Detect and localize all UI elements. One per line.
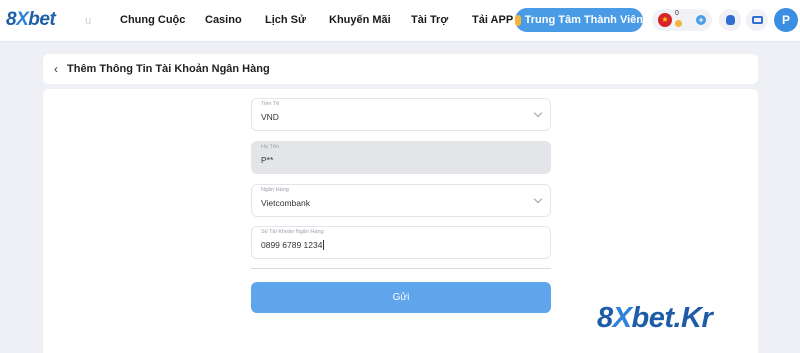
user-avatar[interactable]: P [774,8,798,32]
top-navigation-bar: 8Xbet u Chung Cuộc Casino Lịch Sử Khuyến… [0,0,800,42]
submit-button[interactable]: Gửi [251,282,551,313]
wallet-button[interactable] [719,9,741,31]
fullname-label: Họ Tên [261,144,279,150]
member-icon [515,14,521,26]
chevron-down-icon [533,194,543,204]
account-number-input[interactable]: 0899 6789 1234 [261,240,325,250]
nav-item-tai-app[interactable]: Tải APP [472,14,513,26]
nav-item-lich-su[interactable]: Lịch Sử [265,14,306,26]
bank-select[interactable]: Ngân Hàng Vietcombank [251,184,551,217]
brand-logo[interactable]: 8Xbet [6,9,56,31]
card-icon [751,16,763,24]
nav-item-khuyen-mai[interactable]: Khuyến Mãi [329,14,391,26]
fullname-value: P** [261,155,274,165]
nav-item-truncated[interactable]: u [85,15,91,27]
member-center-label: Trung Tâm Thành Viên [524,14,643,26]
watermark-part: X [612,302,632,334]
member-center-button[interactable]: Trung Tâm Thành Viên [515,8,643,32]
balance-value: 0 [675,10,679,17]
logo-part: 8 [6,9,17,30]
account-number-value: 0899 6789 1234 [261,240,323,250]
watermark-part: bet.Kr [631,302,713,334]
coin-icon [675,20,682,27]
page-title: Thêm Thông Tin Tài Khoản Ngân Hàng [67,63,270,75]
back-arrow-icon[interactable]: ‹ [54,63,58,75]
logo-part: X [16,9,29,30]
page-title-bar: ‹ Thêm Thông Tin Tài Khoản Ngân Hàng [43,54,758,84]
account-number-label: Số Tài Khoản Ngân Hàng [261,229,324,235]
watermark-logo: 8Xbet.Kr [597,302,713,335]
vietnam-flag-icon: ★ [658,13,672,27]
nav-item-casino[interactable]: Casino [205,14,242,26]
bank-value: Vietcombank [261,198,310,208]
currency-value: VND [261,112,279,122]
balance-widget[interactable]: ★ 0 + [652,9,712,31]
nav-item-tai-tro[interactable]: Tài Trợ [411,14,448,26]
bank-label: Ngân Hàng [261,187,289,193]
bank-card-button[interactable] [746,9,768,31]
account-number-field[interactable]: Số Tài Khoản Ngân Hàng 0899 6789 1234 [251,226,551,259]
chevron-down-icon [533,108,543,118]
logo-part: bet [28,9,56,30]
money-bag-icon [725,15,735,25]
watermark-part: 8 [597,302,613,334]
currency-select[interactable]: Tiền Tệ VND [251,98,551,131]
fullname-field: Họ Tên P** [251,141,551,174]
deposit-plus-icon[interactable]: + [696,15,706,25]
form-divider [251,268,551,269]
currency-label: Tiền Tệ [261,101,280,107]
text-cursor [323,240,325,250]
nav-item-chung-cuoc[interactable]: Chung Cuộc [120,14,185,26]
